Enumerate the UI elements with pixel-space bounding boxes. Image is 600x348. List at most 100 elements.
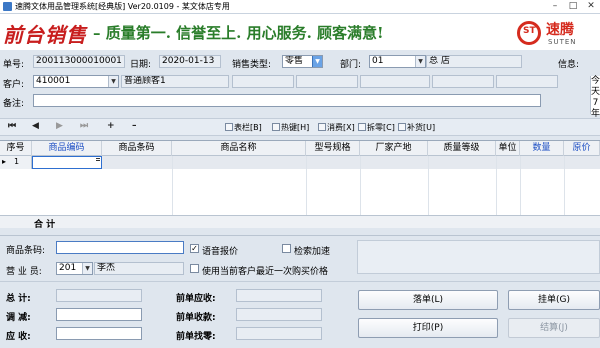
columns-label: 表栏[B] [234,123,262,132]
first-record-button[interactable]: ⏮ [8,121,16,131]
prev-change-field [236,327,322,340]
info-label: 信息: [558,60,580,70]
barcode-input[interactable] [56,241,184,254]
split-label: 拆零[C] [367,123,395,132]
col-header-price[interactable]: 原价 [564,141,600,156]
row-header: ▸ 1 [0,156,32,169]
dept-label: 部门: [340,60,362,70]
app-icon [3,2,12,11]
total-field [56,289,142,302]
prev-received-label: 前单收款: [176,313,216,323]
last-record-button[interactable]: ⏭ [80,121,88,131]
col-header-spec[interactable]: 型号规格 [306,141,360,156]
sale-type-select[interactable]: 零售 ▼ [282,55,323,68]
logo-subtitle: SUTEN [548,38,577,46]
note-label: 备注: [3,99,25,109]
hold-order-button[interactable]: 挂单(G) [508,290,600,310]
col-header-item-code[interactable]: 商品编码 [32,141,102,156]
order-no-label: 单号: [3,60,25,70]
col-header-unit[interactable]: 单位 [496,141,520,156]
customer-info-field-4 [432,75,494,88]
chevron-down-icon[interactable]: ▼ [108,76,118,87]
col-header-barcode[interactable]: 商品条码 [102,141,172,156]
close-button[interactable]: ✕ [582,0,600,13]
barcode-label: 商品条码: [6,246,46,256]
sale-type-value: 零售 [285,56,304,66]
salesperson-select[interactable]: 201 ▼ [56,262,93,275]
date-field[interactable]: 2020-01-13 [159,55,221,68]
row-number: 1 [14,157,20,166]
logo-name: 速腾 [546,22,574,38]
dept-code-value: 01 [372,56,384,66]
grid-header: 序号 商品编码 商品条码 商品名称 型号规格 厂家产地 质量等级 单位 数量 原… [0,141,600,156]
delete-record-button[interactable]: – [132,121,137,131]
prev-received-field [236,308,322,321]
search-accel-checkbox[interactable] [282,244,291,253]
slogan: – 质量第一. 信誉至上. 用心服务. 顾客满意! [93,24,384,42]
prev-receivable-label: 前单应收: [176,294,216,304]
grid-divider [172,156,173,215]
receivable-input[interactable] [56,327,142,340]
info-panel [357,240,600,274]
sales-grid[interactable]: 序号 商品编码 商品条码 商品名称 型号规格 厂家产地 质量等级 单位 数量 原… [0,140,600,230]
adjust-label: 调 减: [6,313,31,323]
info-side-text: 今天7年6: [590,76,600,130]
row-marker-icon: ▸ [2,157,7,166]
cell-editor-icon [96,158,100,161]
add-record-button[interactable]: + [107,121,115,131]
next-record-button[interactable]: ▶ [56,121,63,131]
customer-info-field-2 [296,75,358,88]
receipt-icon [318,123,326,131]
dept-code-select[interactable]: 01 ▼ [369,55,426,68]
banner: 前台销售 – 质量第一. 信誉至上. 用心服务. 顾客满意! ST 速腾 SUT… [0,14,600,50]
dept-name-field: 总 店 [426,55,522,68]
consume-button[interactable]: 消费[X] [318,122,355,133]
col-header-index[interactable]: 序号 [0,141,32,156]
split-icon [358,123,366,131]
chevron-down-icon[interactable]: ▼ [312,56,322,67]
customer-name-field: 普通顾客1 [121,75,229,88]
chevron-down-icon[interactable]: ▼ [415,56,425,67]
hotkey-button[interactable]: 热键[H] [272,122,309,133]
grid-scrollbar[interactable] [0,228,600,236]
restock-button[interactable]: 补货[U] [398,122,435,133]
last-price-label: 使用当前客户最近一次购买价格 [202,267,329,277]
post-order-button[interactable]: 落单(L) [358,290,498,310]
split-button[interactable]: 拆零[C] [358,122,395,133]
restock-label: 补货[U] [407,123,436,132]
table-icon [225,123,233,131]
col-header-quantity[interactable]: 数量 [520,141,564,156]
keyboard-icon [272,123,280,131]
salesperson-label: 营 业 员: [6,267,42,277]
customer-info-field-5 [496,75,558,88]
voice-checkbox[interactable]: ✓ [190,244,199,253]
columns-button[interactable]: 表栏[B] [225,122,262,133]
prev-record-button[interactable]: ◀ [32,121,39,131]
table-row[interactable] [102,156,600,169]
grid-divider [520,156,521,215]
maximize-button[interactable]: □ [564,0,582,13]
prev-change-label: 前单找零: [176,332,216,342]
chevron-down-icon[interactable]: ▼ [82,263,92,274]
item-code-cell[interactable] [32,156,102,169]
sale-type-label: 销售类型: [232,60,272,70]
grid-divider [496,156,497,215]
order-no-field: 200113000010001 [33,55,125,68]
customer-code-value: 410001 [36,76,71,86]
restock-icon [398,123,406,131]
col-header-grade[interactable]: 质量等级 [428,141,496,156]
minimize-button[interactable]: – [546,0,564,13]
grid-total-row: 合 计 [0,215,600,230]
adjust-input[interactable] [56,308,142,321]
last-price-checkbox[interactable] [190,264,199,273]
col-header-item-name[interactable]: 商品名称 [172,141,306,156]
customer-code-select[interactable]: 410001 ▼ [33,75,119,88]
window-title: 速腾文体用品管理系统[经典版] Ver20.0109 - 某文体店专用 [15,2,230,11]
total-label: 总 计: [6,294,31,304]
consume-label: 消费[X] [327,123,355,132]
col-header-origin[interactable]: 厂家产地 [360,141,428,156]
note-input[interactable] [33,94,541,107]
settle-button[interactable]: 结算(J) [508,318,600,338]
prev-receivable-field [236,289,322,302]
print-button[interactable]: 打印(P) [358,318,498,338]
